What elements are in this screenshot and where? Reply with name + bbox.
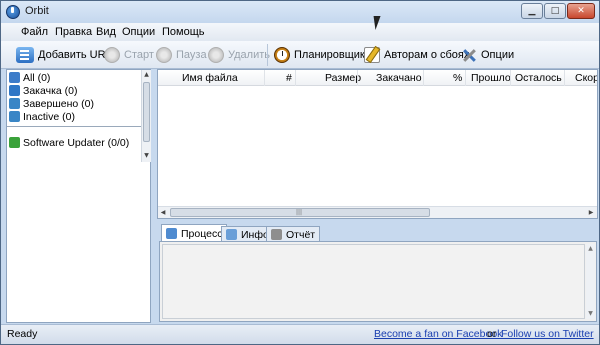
menu-file[interactable]: Файл: [21, 26, 48, 38]
scheduler-label: Планировщик: [294, 49, 365, 61]
category-all[interactable]: All (0): [9, 71, 50, 84]
updater-label: Software Updater (0/0): [23, 136, 130, 149]
start-button[interactable]: Старт: [104, 46, 154, 64]
column-number[interactable]: #: [286, 72, 292, 84]
column-separator: [510, 70, 511, 86]
tab-label: Инфо: [241, 228, 269, 241]
category-label: Закачка (0): [23, 84, 78, 97]
column-separator: [264, 70, 265, 86]
scroll-up-arrow[interactable]: ▲: [142, 71, 151, 78]
delete-icon: [208, 47, 224, 63]
tab-progress[interactable]: Процесс: [161, 224, 228, 242]
status-bar: Ready Become a fan on Facebook or Follow…: [1, 324, 599, 344]
title-bar[interactable]: Orbit ▁ □ ✕: [1, 1, 599, 23]
detail-scrollbar[interactable]: ▲ ▼: [586, 244, 595, 319]
twitter-link[interactable]: Follow us on Twitter: [501, 328, 594, 340]
pencil-icon: [364, 47, 380, 63]
scroll-up-arrow[interactable]: ▲: [586, 245, 595, 252]
window-title: Orbit: [25, 5, 49, 17]
menu-options[interactable]: Опции: [122, 26, 155, 38]
status-text: Ready: [7, 328, 38, 340]
report-icon: [271, 229, 282, 240]
maximize-button[interactable]: □: [544, 3, 566, 19]
delete-button[interactable]: Удалить: [208, 46, 270, 64]
start-icon: [104, 47, 120, 63]
scroll-left-arrow[interactable]: ◀: [158, 207, 168, 218]
column-size[interactable]: Размер: [325, 72, 361, 84]
orbit-app-icon: [6, 5, 20, 19]
category-pane: All (0) Закачка (0) Завершено (0) Inacti…: [6, 69, 151, 323]
toolbar-separator: [267, 44, 268, 66]
column-remaining[interactable]: Осталось: [515, 72, 562, 84]
add-url-button[interactable]: Добавить URL: [16, 46, 112, 64]
column-separator: [357, 70, 358, 86]
scroll-down-arrow[interactable]: ▼: [586, 310, 595, 317]
progress-area: [162, 244, 585, 319]
tab-report[interactable]: Отчёт: [266, 226, 321, 242]
status-or-text: or: [487, 328, 497, 340]
column-elapsed[interactable]: Прошло: [471, 72, 511, 84]
column-separator: [295, 70, 296, 86]
close-button[interactable]: ✕: [567, 3, 595, 19]
category-inactive[interactable]: Inactive (0): [9, 110, 75, 123]
detail-tabs: Процесс Инфо Отчёт: [159, 224, 599, 242]
delete-label: Удалить: [228, 49, 270, 61]
minimize-button[interactable]: ▁: [521, 3, 543, 19]
download-icon: [9, 85, 20, 96]
column-filename[interactable]: Имя файла: [182, 72, 238, 84]
tab-label: Процесс: [181, 227, 223, 240]
completed-icon: [9, 98, 20, 109]
column-downloaded[interactable]: Закачано: [376, 72, 422, 84]
menu-help[interactable]: Помощь: [162, 26, 205, 38]
scheduler-button[interactable]: Планировщик: [274, 46, 365, 64]
options-label: Опции: [481, 49, 515, 61]
tools-icon: [461, 47, 477, 63]
category-label: All (0): [23, 71, 51, 84]
column-separator: [465, 70, 466, 86]
category-scrollbar[interactable]: ▲ ▼: [141, 70, 151, 162]
scroll-down-arrow[interactable]: ▼: [142, 152, 151, 159]
menu-view[interactable]: Вид: [96, 26, 116, 38]
category-divider: [7, 126, 141, 127]
pause-label: Пауза: [176, 49, 207, 61]
tab-label: Отчёт: [286, 228, 316, 241]
report-button[interactable]: Авторам о сбоях: [364, 46, 469, 64]
add-url-label: Добавить URL: [38, 49, 112, 61]
category-completed[interactable]: Завершено (0): [9, 97, 94, 110]
column-separator: [564, 70, 565, 86]
report-label: Авторам о сбоях: [384, 49, 470, 61]
facebook-link[interactable]: Become a fan on Facebook: [374, 328, 502, 340]
start-label: Старт: [124, 49, 154, 61]
table-header: Имя файла # Размер Закачано % Прошло Ост…: [158, 70, 597, 86]
menu-edit[interactable]: Правка: [55, 26, 92, 38]
column-separator: [423, 70, 424, 86]
scroll-right-arrow[interactable]: ▶: [586, 207, 596, 218]
all-icon: [9, 72, 20, 83]
scroll-thumb[interactable]: [143, 82, 150, 142]
column-percent[interactable]: %: [453, 72, 462, 84]
clock-icon: [274, 47, 290, 63]
detail-panel: ▲ ▼: [159, 241, 597, 322]
app-window: Orbit ▁ □ ✕ Файл Правка Вид Опции Помощь…: [0, 0, 600, 345]
column-speed[interactable]: Скор: [575, 72, 597, 84]
category-downloading[interactable]: Закачка (0): [9, 84, 78, 97]
toolbar: Добавить URL Старт Пауза Удалить Планиро…: [1, 41, 599, 69]
menu-bar: Файл Правка Вид Опции Помощь: [1, 23, 599, 41]
pause-icon: [156, 47, 172, 63]
add-url-icon: [16, 47, 34, 63]
table-horizontal-scrollbar[interactable]: ◀ ||| ▶: [158, 206, 597, 218]
software-updater-item[interactable]: Software Updater (0/0): [9, 136, 129, 149]
inactive-icon: [9, 111, 20, 122]
options-button[interactable]: Опции: [461, 46, 514, 64]
category-label: Inactive (0): [23, 110, 75, 123]
downloads-table: Имя файла # Размер Закачано % Прошло Ост…: [157, 69, 598, 219]
pause-button[interactable]: Пауза: [156, 46, 207, 64]
scroll-grip-icon: |||: [296, 209, 303, 216]
category-label: Завершено (0): [23, 97, 94, 110]
progress-icon: [166, 228, 177, 239]
updater-icon: [9, 137, 20, 148]
info-icon: [226, 229, 237, 240]
